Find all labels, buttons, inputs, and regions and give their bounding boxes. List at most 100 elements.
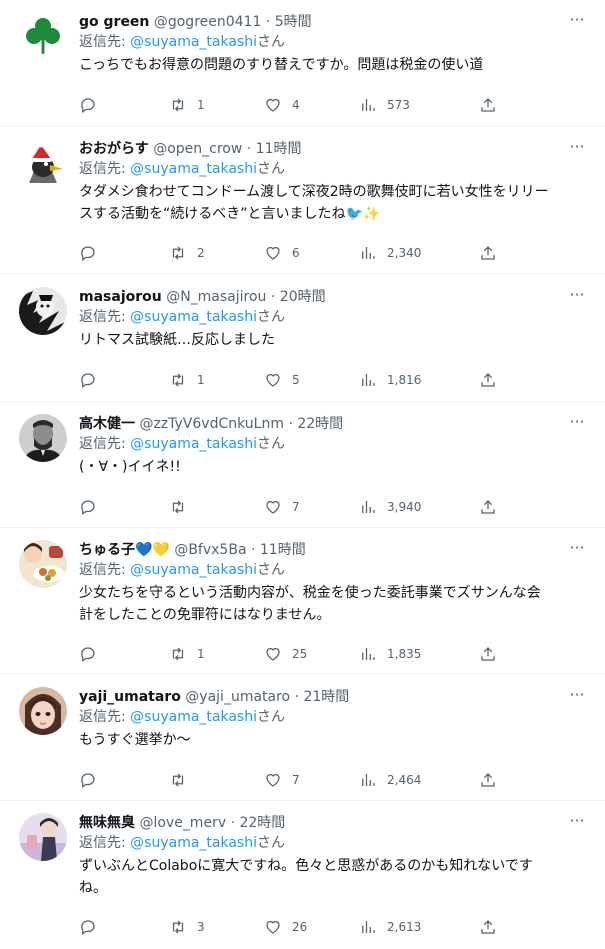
tweet[interactable]: masajorou @N_masajirou · 20時間 返信先: @suya… xyxy=(0,275,605,402)
reply-suffix: さん xyxy=(257,709,285,725)
user-handle[interactable]: @love_merv xyxy=(139,815,226,831)
views-button[interactable]: 1,816 xyxy=(359,370,479,390)
like-button[interactable]: 7 xyxy=(264,770,359,790)
timestamp[interactable]: 5時間 xyxy=(275,14,312,30)
share-button[interactable] xyxy=(479,497,509,517)
tweet[interactable]: 高木健一 @zzTyV6vdCnkuLnm · 22時間 返信先: @suyam… xyxy=(0,402,605,528)
reply-to-link[interactable]: @suyama_takashi xyxy=(130,161,257,177)
reply-button[interactable] xyxy=(79,243,169,263)
share-button[interactable] xyxy=(479,644,509,664)
retweet-button[interactable]: 1 xyxy=(169,95,264,115)
avatar[interactable] xyxy=(19,12,67,60)
retweet-button[interactable] xyxy=(169,770,264,790)
timestamp[interactable]: 20時間 xyxy=(280,289,326,305)
reply-to-link[interactable]: @suyama_takashi xyxy=(130,34,257,50)
timestamp[interactable]: 22時間 xyxy=(297,416,343,432)
reply-to-link[interactable]: @suyama_takashi xyxy=(130,709,257,725)
views-icon xyxy=(362,774,375,786)
retweet-button[interactable]: 1 xyxy=(169,644,264,664)
timestamp[interactable]: 21時間 xyxy=(303,689,349,705)
reply-button[interactable] xyxy=(79,770,169,790)
views-button[interactable]: 2,340 xyxy=(359,243,479,263)
more-icon[interactable]: ··· xyxy=(567,813,587,835)
tweet[interactable]: ちゅる子💙💛 @Bfvx5Ba · 11時間 返信先: @suyama_taka… xyxy=(0,528,605,675)
retweet-button[interactable]: 3 xyxy=(169,917,264,937)
tweet[interactable]: 無味無臭 @love_merv · 22時間 返信先: @suyama_taka… xyxy=(0,801,605,949)
reply-button[interactable] xyxy=(79,917,169,937)
more-icon[interactable]: ··· xyxy=(567,139,587,161)
more-icon[interactable]: ··· xyxy=(567,540,587,562)
separator: · xyxy=(265,14,271,30)
like-button[interactable]: 26 xyxy=(264,917,359,937)
reply-button[interactable] xyxy=(79,644,169,664)
user-handle[interactable]: @zzTyV6vdCnkuLnm xyxy=(139,416,284,432)
more-icon[interactable]: ··· xyxy=(567,287,587,309)
separator: · xyxy=(250,542,256,558)
reply-to-link[interactable]: @suyama_takashi xyxy=(130,562,257,578)
avatar[interactable] xyxy=(19,139,67,187)
avatar[interactable] xyxy=(19,414,67,462)
views-button[interactable]: 2,464 xyxy=(359,770,479,790)
views-button[interactable]: 3,940 xyxy=(359,497,479,517)
reply-button[interactable] xyxy=(79,370,169,390)
display-name[interactable]: おおがらす xyxy=(79,141,149,157)
more-icon[interactable]: ··· xyxy=(567,12,587,34)
share-button[interactable] xyxy=(479,770,509,790)
like-icon xyxy=(266,920,280,934)
user-handle[interactable]: @Bfvx5Ba xyxy=(174,542,246,558)
user-handle[interactable]: @gogreen0411 xyxy=(154,14,262,30)
share-button[interactable] xyxy=(479,243,509,263)
display-name[interactable]: 無味無臭 xyxy=(79,815,135,831)
retweet-button[interactable] xyxy=(169,497,264,517)
tweet[interactable]: yaji_umataro @yaji_umataro · 21時間 返信先: @… xyxy=(0,675,605,801)
like-button[interactable]: 6 xyxy=(264,243,359,263)
reply-prefix: 返信先: xyxy=(79,562,131,578)
reply-button[interactable] xyxy=(79,497,169,517)
display-name[interactable]: 高木健一 xyxy=(79,416,135,432)
display-name[interactable]: ちゅる子💙💛 xyxy=(79,542,170,558)
tweet-text-line: 少女たちを守るという活動内容が、税金を使った委託事業でズサンんな会 xyxy=(79,585,541,601)
share-button[interactable] xyxy=(479,95,509,115)
like-button[interactable]: 25 xyxy=(264,644,359,664)
tweet[interactable]: go green @gogreen0411 · 5時間 返信先: @suyama… xyxy=(0,0,605,127)
retweet-button[interactable]: 1 xyxy=(169,370,264,390)
timestamp[interactable]: 11時間 xyxy=(256,141,302,157)
views-button[interactable]: 573 xyxy=(359,95,479,115)
reply-button[interactable] xyxy=(79,95,169,115)
avatar[interactable] xyxy=(19,287,67,335)
tweet[interactable]: おおがらす @open_crow · 11時間 返信先: @suyama_tak… xyxy=(0,127,605,275)
user-handle[interactable]: @open_crow xyxy=(153,141,242,157)
reply-suffix: さん xyxy=(257,161,285,177)
reply-to-link[interactable]: @suyama_takashi xyxy=(130,309,257,325)
retweet-button[interactable]: 2 xyxy=(169,243,264,263)
action-bar: 2 6 2,340 xyxy=(79,243,509,263)
reply-suffix: さん xyxy=(257,309,285,325)
display-name[interactable]: yaji_umataro xyxy=(79,689,181,705)
reply-prefix: 返信先: xyxy=(79,34,131,50)
like-button[interactable]: 7 xyxy=(264,497,359,517)
reply-to-link[interactable]: @suyama_takashi xyxy=(130,835,257,851)
user-handle[interactable]: @N_masajirou xyxy=(166,289,266,305)
retweet-count: 3 xyxy=(197,920,205,934)
views-button[interactable]: 2,613 xyxy=(359,917,479,937)
timestamp[interactable]: 11時間 xyxy=(260,542,306,558)
views-button[interactable]: 1,835 xyxy=(359,644,479,664)
like-button[interactable]: 5 xyxy=(264,370,359,390)
avatar[interactable] xyxy=(19,687,67,735)
share-button[interactable] xyxy=(479,917,509,937)
like-button[interactable]: 4 xyxy=(264,95,359,115)
more-icon[interactable]: ··· xyxy=(567,414,587,436)
display-name[interactable]: masajorou xyxy=(79,289,162,305)
display-name[interactable]: go green xyxy=(79,14,149,30)
avatar[interactable] xyxy=(19,813,67,861)
more-icon[interactable]: ··· xyxy=(567,687,587,709)
like-icon xyxy=(266,500,280,514)
view-count: 1,816 xyxy=(387,373,422,387)
reply-to-link[interactable]: @suyama_takashi xyxy=(130,436,257,452)
views-icon xyxy=(362,99,375,111)
tweet-text-line: ずいぶんとColaboに寛大ですね。色々と思惑があるのかも知れないです xyxy=(79,858,533,874)
share-button[interactable] xyxy=(479,370,509,390)
timestamp[interactable]: 22時間 xyxy=(239,815,285,831)
user-handle[interactable]: @yaji_umataro xyxy=(185,689,290,705)
avatar[interactable] xyxy=(19,540,67,588)
